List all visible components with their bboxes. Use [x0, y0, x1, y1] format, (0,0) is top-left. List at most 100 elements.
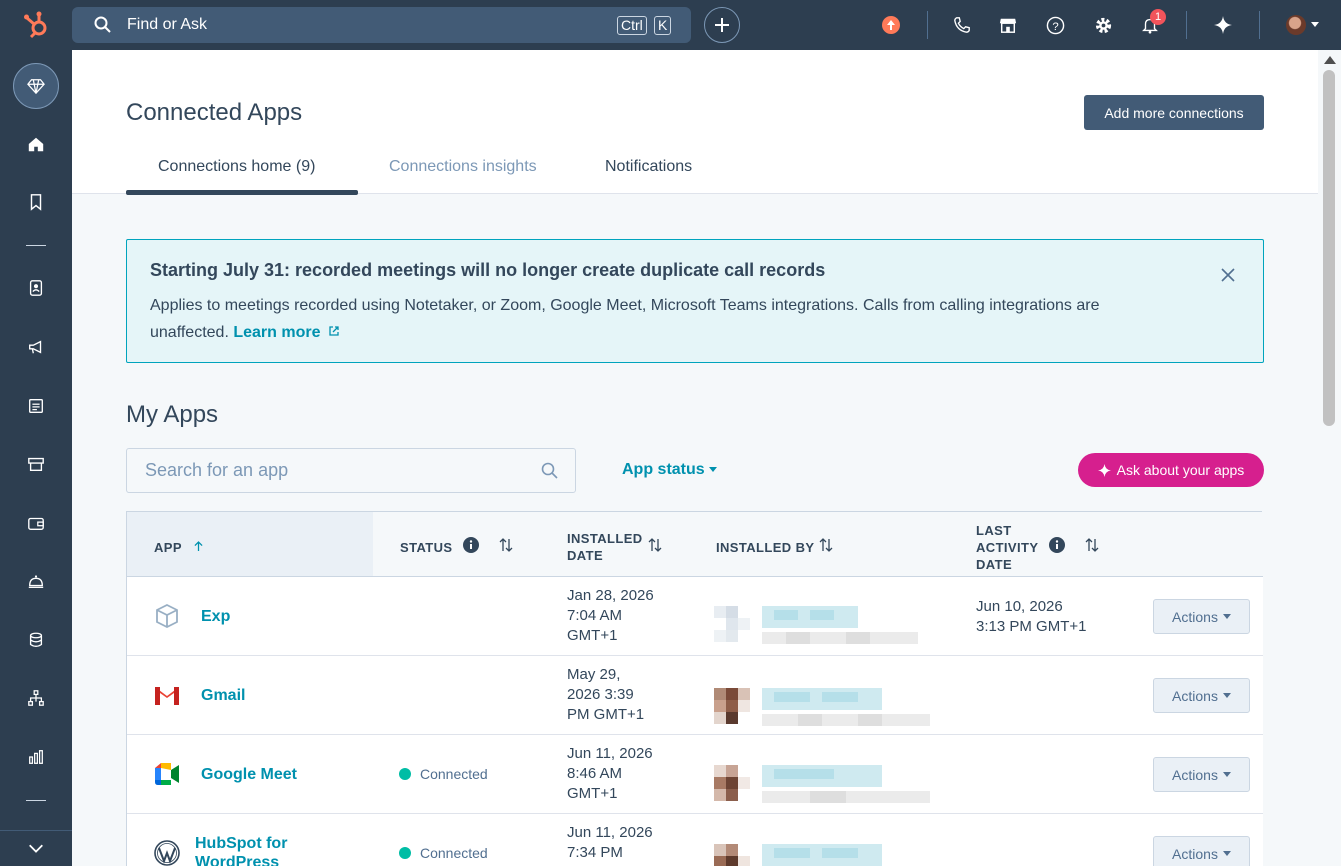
search-icon: [541, 462, 558, 479]
app-name-link[interactable]: Google Meet: [201, 765, 297, 784]
plus-icon: [715, 18, 729, 32]
data-management-database-icon[interactable]: [24, 628, 48, 652]
add-more-connections-button[interactable]: Add more connections: [1084, 95, 1264, 130]
marketing-megaphone-icon[interactable]: [24, 335, 48, 359]
ai-sparkle-icon: [1097, 463, 1111, 477]
phone-icon[interactable]: [950, 13, 974, 37]
sort-toggle-icon[interactable]: [1084, 537, 1100, 553]
divider: [1259, 11, 1260, 39]
installed-date-line: PM GMT+1: [567, 706, 645, 723]
create-new-button[interactable]: [704, 7, 740, 43]
sidebar-divider: [26, 245, 46, 246]
table-row: Google Meet Connected Jun 11, 2026 8:46 …: [127, 735, 1263, 814]
app-search-input[interactable]: [127, 449, 537, 492]
scrollbar-thumb[interactable]: [1323, 70, 1335, 426]
sort-toggle-icon[interactable]: [647, 537, 663, 553]
connected-status-dot: [399, 847, 411, 859]
sort-toggle-icon[interactable]: [498, 537, 514, 553]
installed-date-line: 2026 3:39: [567, 686, 634, 703]
content-icon[interactable]: [24, 394, 48, 418]
account-menu-chevron-down-icon[interactable]: [1311, 22, 1319, 27]
column-header-app-label: APP: [154, 540, 182, 555]
hubspot-logo-icon[interactable]: [22, 10, 52, 40]
divider: [927, 11, 928, 39]
gmail-icon: [155, 687, 179, 705]
connection-status-label: Connected: [420, 845, 488, 861]
installed-date-line: 7:04 AM: [567, 607, 623, 624]
learn-more-link[interactable]: Learn more: [233, 324, 340, 341]
page-header: Connected Apps Add more connections Conn…: [72, 50, 1318, 195]
sort-toggle-icon[interactable]: [818, 537, 834, 553]
commerce-store-icon[interactable]: [24, 452, 48, 476]
actions-dropdown-button[interactable]: Actions: [1153, 836, 1250, 866]
svg-text:?: ?: [1052, 20, 1058, 32]
global-search-bar[interactable]: Find or Ask Ctrl K: [72, 7, 691, 43]
actions-dropdown-button[interactable]: Actions: [1153, 678, 1250, 713]
ai-sparkle-icon[interactable]: [1211, 13, 1235, 37]
settings-gear-icon[interactable]: [1091, 13, 1115, 37]
ask-about-your-apps-button[interactable]: Ask about your apps: [1078, 453, 1264, 487]
installed-date-line: GMT+1: [567, 785, 618, 802]
column-header-status[interactable]: STATUS: [400, 539, 452, 556]
caret-down-icon: [1222, 693, 1231, 698]
home-icon[interactable]: [24, 132, 48, 156]
active-tab-indicator: [126, 190, 358, 195]
last-activity-line: 3:13 PM GMT+1: [976, 618, 1087, 635]
sidebar-collapse-toggle[interactable]: [0, 830, 72, 866]
actions-dropdown-button[interactable]: Actions: [1153, 757, 1250, 792]
learn-more-label: Learn more: [233, 324, 321, 341]
info-icon[interactable]: [1049, 537, 1065, 553]
apps-table: APP STATUS INSTALLED DATE INSTALLED BY L…: [126, 511, 1263, 866]
installed-date: Jun 11, 2026 7:34 PM: [567, 823, 653, 863]
table-row: HubSpot for WordPress Connected Jun 11, …: [127, 814, 1263, 866]
app-name-link[interactable]: Gmail: [201, 686, 245, 705]
close-icon[interactable]: [1221, 268, 1235, 282]
help-icon[interactable]: ?: [1043, 13, 1067, 37]
vertical-scrollbar[interactable]: [1318, 50, 1341, 866]
installed-date: Jan 28, 2026 7:04 AM GMT+1: [567, 586, 654, 646]
top-navigation-bar: Find or Ask Ctrl K ? 1: [0, 0, 1341, 50]
service-bell-icon[interactable]: [24, 569, 48, 593]
user-avatar[interactable]: [1286, 15, 1306, 35]
app-search-field[interactable]: [126, 448, 576, 493]
diamond-icon[interactable]: [24, 74, 48, 98]
app-name-link[interactable]: Exp: [201, 607, 230, 626]
connection-status: Connected: [399, 845, 488, 861]
tab-connections-home[interactable]: Connections home (9): [158, 158, 315, 176]
announcement-banner: Starting July 31: recorded meetings will…: [126, 239, 1264, 363]
tab-connections-insights[interactable]: Connections insights: [389, 158, 537, 176]
app-status-filter-label: App status: [622, 461, 705, 478]
app-name-link[interactable]: HubSpot for WordPress: [195, 834, 345, 866]
connection-status-label: Connected: [420, 766, 488, 782]
contacts-icon[interactable]: [24, 276, 48, 300]
reports-bar-chart-icon[interactable]: [24, 745, 48, 769]
column-header-last-activity-date[interactable]: LAST ACTIVITY DATE: [976, 522, 1046, 573]
caret-down-icon: [1222, 851, 1231, 856]
actions-label: Actions: [1172, 766, 1218, 783]
app-status-filter-dropdown[interactable]: App status: [622, 461, 717, 479]
global-search-placeholder: Find or Ask: [127, 16, 208, 33]
google-meet-icon: [155, 763, 179, 785]
banner-body: Applies to meetings recorded using Notet…: [150, 292, 1170, 346]
cube-icon: [156, 603, 178, 629]
installed-date: May 29, 2026 3:39 PM GMT+1: [567, 665, 644, 725]
installed-date-line: May 29,: [567, 666, 621, 683]
marketplace-icon[interactable]: [996, 13, 1020, 37]
caret-down-icon: [1222, 772, 1231, 777]
tab-notifications[interactable]: Notifications: [605, 158, 692, 176]
column-header-installed-date[interactable]: INSTALLED DATE: [567, 530, 647, 564]
installed-by-redacted-avatar: [714, 606, 918, 644]
automation-workflow-icon[interactable]: [24, 686, 48, 710]
bookmark-icon[interactable]: [24, 190, 48, 214]
column-header-app[interactable]: APP: [154, 539, 203, 556]
wallet-icon[interactable]: [24, 511, 48, 535]
shortcut-k-key: K: [654, 16, 672, 35]
column-header-installed-by[interactable]: INSTALLED BY: [716, 539, 814, 556]
ask-about-your-apps-label: Ask about your apps: [1116, 462, 1245, 478]
sort-ascending-arrow-icon: [194, 541, 203, 551]
scroll-up-arrow-icon[interactable]: [1324, 56, 1336, 64]
main-content: Connected Apps Add more connections Conn…: [72, 50, 1341, 866]
upgrade-icon[interactable]: [879, 13, 903, 37]
actions-dropdown-button[interactable]: Actions: [1153, 599, 1250, 634]
info-icon[interactable]: [463, 537, 479, 553]
